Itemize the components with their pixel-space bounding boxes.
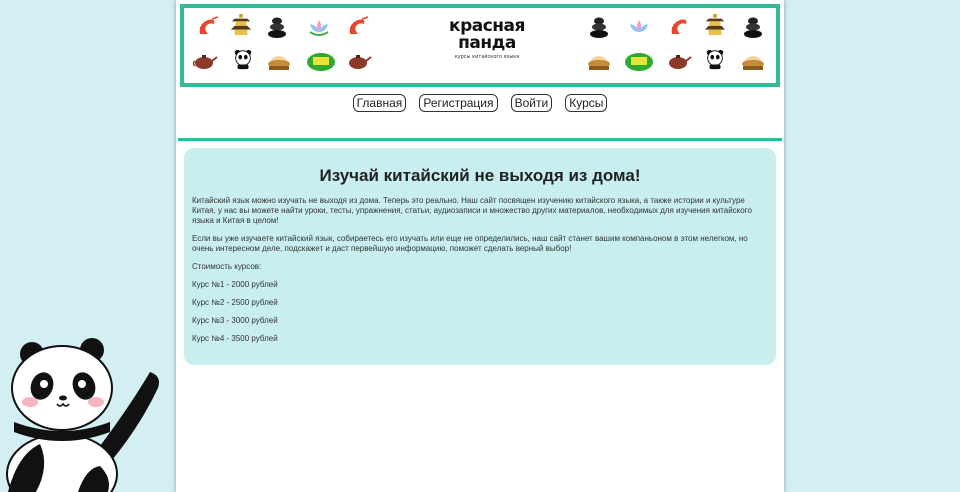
course-price-item: Курс №1 - 2000 рублей — [192, 280, 278, 289]
course-price-item: Курс №2 - 2500 рублей — [192, 298, 278, 307]
stones-icon — [590, 17, 608, 38]
lotus-icon — [630, 20, 648, 32]
teapot-icon — [669, 55, 692, 69]
money-icon — [625, 53, 653, 71]
shrimp-icon — [671, 19, 687, 34]
teapot-icon — [192, 55, 218, 69]
nav-login-button[interactable]: Войти — [510, 94, 553, 112]
stones-icon — [744, 17, 762, 38]
logo-tagline: курсы китайского языка — [454, 54, 520, 60]
panda-icon — [706, 49, 724, 70]
course-price-item: Курс №3 - 3000 рублей — [192, 316, 278, 325]
shrimp-icon — [199, 16, 219, 34]
dumplings-icon — [742, 56, 764, 70]
course-price-item: Курс №4 - 3500 рублей — [192, 334, 278, 343]
pagoda-icon — [230, 14, 252, 36]
nav-register-button[interactable]: Регистрация — [419, 94, 498, 112]
stones-icon — [268, 17, 286, 38]
header-banner: красная панда курсы китайского языка — [180, 4, 780, 87]
nav-home-button[interactable]: Главная — [352, 94, 407, 112]
lotus-icon — [309, 20, 329, 36]
logo-line-2: панда — [458, 33, 516, 53]
content-card: Изучай китайский не выходя из дома! Кита… — [184, 148, 776, 365]
dumplings-icon — [268, 56, 290, 70]
main-nav: Главная Регистрация Войти Курсы — [176, 92, 784, 112]
intro-paragraph: Китайский язык можно изучать не выходя и… — [192, 196, 752, 225]
second-paragraph: Если вы уже изучаете китайский язык, соб… — [192, 234, 748, 253]
content-text: Китайский язык можно изучать не выходя и… — [192, 196, 762, 352]
site-logo[interactable]: красная панда курсы китайского языка — [432, 18, 542, 78]
nav-courses-button[interactable]: Курсы — [565, 94, 608, 112]
page-container: красная панда курсы китайского языка Гла… — [176, 0, 784, 492]
shrimp-icon — [349, 16, 369, 34]
panda-icon — [234, 49, 252, 70]
page-title: Изучай китайский не выходя из дома! — [319, 166, 641, 185]
dumplings-icon — [588, 56, 610, 70]
header-divider — [178, 138, 782, 141]
prices-heading: Стоимость курсов: — [192, 262, 262, 271]
panda-mascot-icon — [6, 338, 159, 492]
pagoda-icon — [704, 14, 726, 36]
teapot-icon — [349, 55, 372, 69]
money-icon — [307, 53, 335, 71]
